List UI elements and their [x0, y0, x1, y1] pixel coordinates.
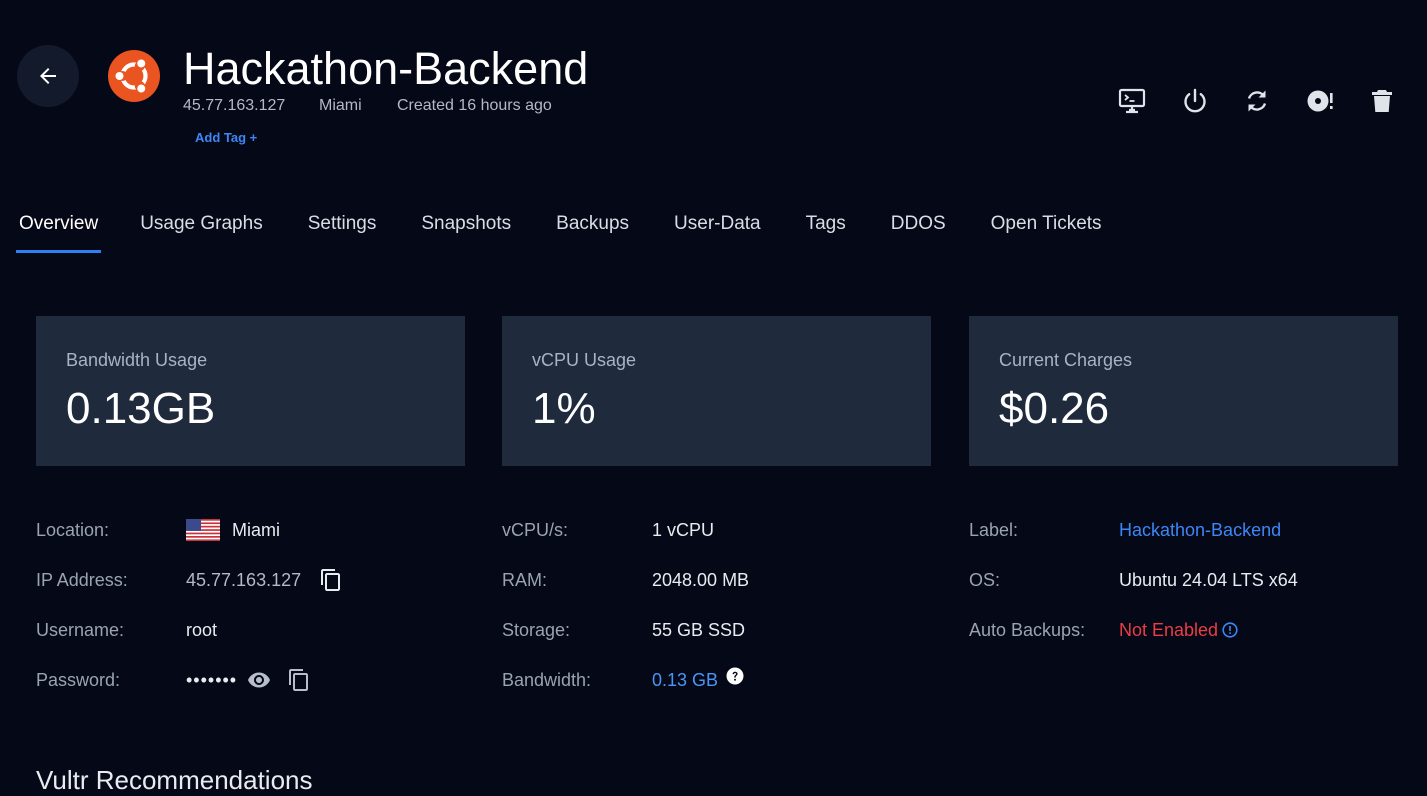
ram-label: RAM: [502, 570, 547, 590]
ram-row: RAM: 2048.00 MB [502, 555, 922, 605]
location-text: Miami [232, 520, 280, 540]
label-label: Label: [969, 520, 1019, 540]
password-text: ••••••• [186, 670, 238, 690]
vcpu-usage-card: vCPU Usage 1% [502, 316, 931, 466]
eye-icon[interactable] [247, 668, 271, 692]
trash-icon [1372, 90, 1392, 112]
card-value: 0.13GB [66, 384, 216, 433]
ip-value: 45.77.163.127 [186, 555, 343, 605]
location-row: Location: Miami [36, 505, 456, 555]
label-value-link[interactable]: Hackathon-Backend [1119, 505, 1281, 555]
back-button[interactable] [17, 45, 79, 107]
power-button[interactable] [1180, 86, 1243, 116]
label-row: Label: Hackathon-Backend [969, 505, 1409, 555]
info-icon[interactable] [1222, 622, 1238, 638]
tab-overview[interactable]: Overview [15, 208, 102, 256]
tab-backups[interactable]: Backups [556, 208, 629, 256]
ip-row: IP Address: 45.77.163.127 [36, 555, 456, 605]
arrow-left-icon [40, 68, 56, 84]
vcpu-value: 1 vCPU [652, 520, 715, 540]
server-ip: 45.77.163.127 [183, 97, 286, 114]
server-actions [1117, 86, 1427, 116]
delete-button[interactable] [1367, 86, 1427, 116]
reinstall-button[interactable] [1305, 86, 1368, 116]
username-row: Username: root [36, 605, 456, 655]
server-location: Miami [319, 97, 362, 114]
location-label: Location: [36, 520, 110, 540]
server-meta: 45.77.163.127 Miami Created 16 hours ago [183, 96, 552, 116]
reinstall-icon [1307, 90, 1333, 112]
add-tag-link[interactable]: Add Tag + [195, 130, 257, 145]
server-created: Created 16 hours ago [397, 97, 552, 114]
tab-open-tickets[interactable]: Open Tickets [991, 208, 1102, 256]
server-title: Hackathon-Backend [183, 43, 589, 94]
tab-ddos[interactable]: DDOS [891, 208, 946, 256]
restart-button[interactable] [1242, 86, 1305, 116]
auto-backups-status[interactable]: Not Enabled [1119, 605, 1218, 655]
power-icon [1183, 88, 1206, 113]
details-server-access: Location: Miami IP Address: 45.77.163.12… [36, 505, 456, 705]
details-resources: vCPU/s: 1 vCPU RAM: 2048.00 MB Storage: … [502, 505, 922, 705]
username-value: root [186, 620, 218, 640]
recommendations-heading: Vultr Recommendations [36, 765, 313, 795]
tab-snapshots[interactable]: Snapshots [421, 208, 511, 256]
console-button[interactable] [1117, 86, 1180, 116]
tab-settings[interactable]: Settings [308, 208, 377, 256]
auto-backups-value: Not Enabled [1119, 605, 1238, 655]
copy-password-icon[interactable] [287, 668, 311, 692]
us-flag-icon [186, 519, 220, 541]
current-charges-card: Current Charges $0.26 [969, 316, 1398, 466]
location-value: Miami [186, 505, 280, 555]
username-label: Username: [36, 620, 125, 640]
card-value: 1% [532, 384, 596, 433]
storage-label: Storage: [502, 620, 571, 640]
bandwidth-row: Bandwidth: 0.13 GB [502, 655, 922, 705]
storage-row: Storage: 55 GB SSD [502, 605, 922, 655]
copy-ip-icon[interactable] [319, 568, 343, 592]
details-server-info: Label: Hackathon-Backend OS: Ubuntu 24.0… [969, 505, 1409, 655]
ip-label: IP Address: [36, 570, 128, 590]
ram-value: 2048.00 MB [652, 570, 750, 590]
tab-user-data[interactable]: User-Data [674, 208, 761, 256]
storage-value: 55 GB SSD [652, 620, 746, 640]
console-icon [1118, 88, 1146, 114]
vcpu-row: vCPU/s: 1 vCPU [502, 505, 922, 555]
os-value: Ubuntu 24.04 LTS x64 [1119, 570, 1298, 590]
os-label: OS: [969, 570, 1001, 590]
os-row: OS: Ubuntu 24.04 LTS x64 [969, 555, 1409, 605]
card-label: Current Charges [999, 350, 1133, 370]
password-label: Password: [36, 670, 121, 690]
password-row: Password: ••••••• [36, 655, 456, 705]
tab-tags[interactable]: Tags [806, 208, 846, 256]
card-label: vCPU Usage [532, 350, 637, 370]
bandwidth-link[interactable]: 0.13 GB [652, 655, 718, 705]
help-icon[interactable] [726, 667, 744, 685]
ubuntu-logo-icon [108, 50, 160, 102]
auto-backups-row: Auto Backups: Not Enabled [969, 605, 1409, 655]
bandwidth-label: Bandwidth: [502, 670, 592, 690]
tab-bar: Overview Usage Graphs Settings Snapshots… [0, 208, 1102, 256]
auto-backups-label: Auto Backups: [969, 620, 1086, 640]
bandwidth-value: 0.13 GB [652, 655, 744, 705]
vcpu-label: vCPU/s: [502, 520, 569, 540]
tab-usage-graphs[interactable]: Usage Graphs [140, 208, 263, 256]
ip-text: 45.77.163.127 [186, 570, 302, 590]
card-value: $0.26 [999, 384, 1110, 433]
password-value: ••••••• [186, 655, 311, 705]
bandwidth-usage-card: Bandwidth Usage 0.13GB [36, 316, 465, 466]
card-label: Bandwidth Usage [66, 350, 208, 370]
restart-icon [1247, 90, 1267, 112]
